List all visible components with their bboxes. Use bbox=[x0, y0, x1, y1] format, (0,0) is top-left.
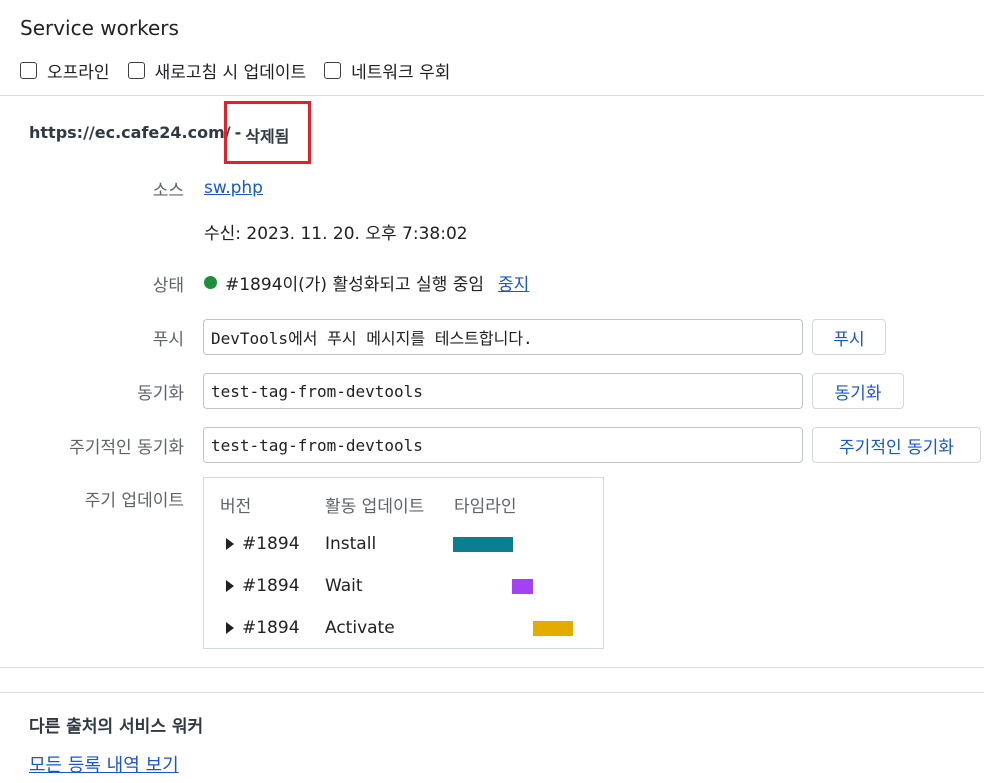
update-cycle-label: 주기 업데이트 bbox=[84, 491, 184, 511]
offline-checkbox[interactable] bbox=[20, 62, 37, 79]
row-activity: Install bbox=[325, 534, 377, 554]
version-header: 버전 bbox=[220, 497, 252, 517]
timeline-row[interactable]: #1894 Wait bbox=[204, 576, 603, 600]
source-label: 소스 bbox=[152, 181, 184, 201]
view-all-registrations-link[interactable]: 모든 등록 내역 보기 bbox=[29, 751, 179, 777]
row-version: #1894 bbox=[242, 618, 300, 638]
update-timeline: 버전 활동 업데이트 타임라인 #1894 Install #1894 Wait… bbox=[203, 477, 604, 649]
periodic-sync-label: 주기적인 동기화 bbox=[69, 438, 184, 458]
sync-label: 동기화 bbox=[137, 384, 184, 404]
timeline-row[interactable]: #1894 Install bbox=[204, 534, 603, 558]
scope-url: https://ec.cafe24.com/ bbox=[29, 123, 231, 142]
push-button[interactable]: 푸시 bbox=[812, 319, 886, 355]
status-dot bbox=[204, 276, 217, 289]
service-workers-panel: Service workers 오프라인 새로고침 시 업데이트 네트워크 우회… bbox=[0, 0, 984, 783]
update-on-reload-option[interactable]: 새로고침 시 업데이트 bbox=[127, 58, 307, 83]
expand-arrow-icon[interactable] bbox=[226, 622, 234, 634]
divider bbox=[0, 692, 984, 693]
push-label: 푸시 bbox=[152, 330, 184, 350]
other-origins-title: 다른 출처의 서비스 워커 bbox=[29, 717, 204, 737]
panel-title: Service workers bbox=[20, 16, 179, 40]
offline-option[interactable]: 오프라인 bbox=[20, 58, 110, 83]
periodic-sync-button[interactable]: 주기적인 동기화 bbox=[812, 427, 981, 463]
install-bar bbox=[453, 537, 513, 552]
periodic-sync-input[interactable]: test-tag-from-devtools bbox=[203, 427, 803, 463]
divider bbox=[0, 667, 984, 668]
timeline-header: 타임라인 bbox=[454, 497, 517, 517]
row-activity: Wait bbox=[325, 576, 363, 596]
stop-link[interactable]: 중지 bbox=[498, 270, 529, 295]
activity-header: 활동 업데이트 bbox=[325, 497, 425, 517]
update-on-reload-checkbox[interactable] bbox=[127, 62, 145, 79]
sync-button[interactable]: 동기화 bbox=[812, 373, 904, 409]
source-link[interactable]: sw.php bbox=[204, 178, 263, 198]
bypass-network-checkbox[interactable] bbox=[324, 62, 342, 79]
row-version: #1894 bbox=[242, 576, 300, 596]
status-text: #1894이(가) 활성화되고 실행 중임 bbox=[225, 275, 485, 295]
divider bbox=[0, 95, 984, 96]
highlight-annotation bbox=[224, 101, 311, 164]
options-bar: 오프라인 새로고침 시 업데이트 네트워크 우회 bbox=[20, 58, 468, 83]
bypass-network-label: 네트워크 우회 bbox=[351, 63, 451, 83]
offline-label: 오프라인 bbox=[47, 63, 110, 83]
activate-bar bbox=[533, 621, 573, 636]
timeline-row[interactable]: #1894 Activate bbox=[204, 618, 603, 642]
bypass-network-option[interactable]: 네트워크 우회 bbox=[324, 58, 450, 83]
expand-arrow-icon[interactable] bbox=[226, 580, 234, 592]
update-on-reload-label: 새로고침 시 업데이트 bbox=[154, 63, 307, 83]
status-row: #1894이(가) 활성화되고 실행 중임 중지 bbox=[204, 270, 529, 295]
row-activity: Activate bbox=[325, 618, 395, 638]
row-version: #1894 bbox=[242, 534, 300, 554]
sync-input[interactable]: test-tag-from-devtools bbox=[203, 373, 803, 409]
wait-bar bbox=[512, 579, 533, 594]
received-time: 수신: 2023. 11. 20. 오후 7:38:02 bbox=[204, 224, 468, 244]
status-label: 상태 bbox=[152, 276, 184, 296]
push-input[interactable]: DevTools에서 푸시 메시지를 테스트합니다. bbox=[203, 319, 803, 355]
expand-arrow-icon[interactable] bbox=[226, 538, 234, 550]
